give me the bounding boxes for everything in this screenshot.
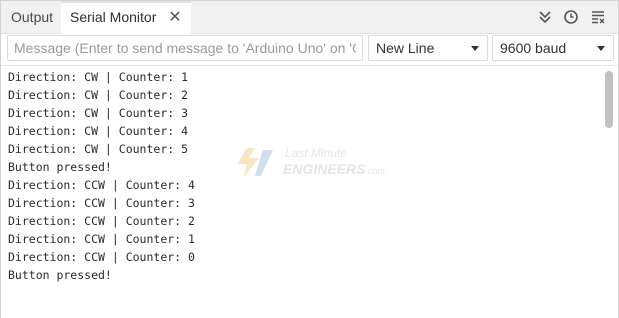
message-input[interactable]	[7, 35, 363, 61]
timestamp-icon[interactable]	[563, 9, 579, 25]
vertical-scrollbar[interactable]	[605, 71, 613, 128]
output-line: Button pressed!	[8, 268, 112, 282]
serial-monitor-panel: Output Serial Monitor ✕ New Line 9600 ba…	[0, 0, 619, 318]
chevron-down-icon	[597, 46, 605, 51]
line-ending-select[interactable]: New Line	[368, 35, 488, 61]
output-line: Direction: CW | Counter: 3	[8, 106, 189, 120]
output-line: Button pressed!	[8, 160, 112, 174]
serial-output[interactable]: Direction: CW | Counter: 1 Direction: CW…	[1, 65, 618, 318]
watermark-line2: ENGINEERS.com	[283, 161, 385, 177]
tab-output[interactable]: Output	[1, 1, 63, 33]
output-line: Direction: CCW | Counter: 3	[8, 196, 195, 210]
panel-tab-bar: Output Serial Monitor ✕	[1, 1, 618, 34]
output-line: Direction: CW | Counter: 1	[8, 70, 189, 84]
watermark-logo: Last Minute ENGINEERS.com	[233, 144, 393, 184]
baud-rate-select[interactable]: 9600 baud	[492, 35, 614, 61]
output-line: Direction: CCW | Counter: 0	[8, 250, 195, 264]
collapse-icon[interactable]	[537, 9, 553, 25]
lightning-logo-icon	[237, 148, 273, 178]
watermark-suffix: .com	[365, 166, 385, 176]
output-line: Direction: CCW | Counter: 4	[8, 178, 195, 192]
tab-serial-monitor[interactable]: Serial Monitor ✕	[61, 1, 191, 34]
output-line: Direction: CCW | Counter: 2	[8, 214, 195, 228]
baud-rate-value: 9600 baud	[500, 40, 567, 56]
output-line: Direction: CW | Counter: 5	[8, 142, 189, 156]
serial-toolbar: New Line 9600 baud	[1, 34, 618, 64]
close-icon[interactable]: ✕	[168, 3, 181, 32]
chevron-down-icon	[471, 46, 479, 51]
output-line: Direction: CW | Counter: 2	[8, 88, 189, 102]
clear-output-icon[interactable]	[590, 9, 606, 25]
line-ending-value: New Line	[376, 40, 435, 56]
tab-serial-monitor-label: Serial Monitor	[70, 9, 157, 25]
watermark-brand: ENGINEERS	[283, 161, 366, 177]
output-line: Direction: CCW | Counter: 1	[8, 232, 195, 246]
output-line: Direction: CW | Counter: 4	[8, 124, 189, 138]
watermark-line1: Last Minute	[285, 146, 348, 160]
